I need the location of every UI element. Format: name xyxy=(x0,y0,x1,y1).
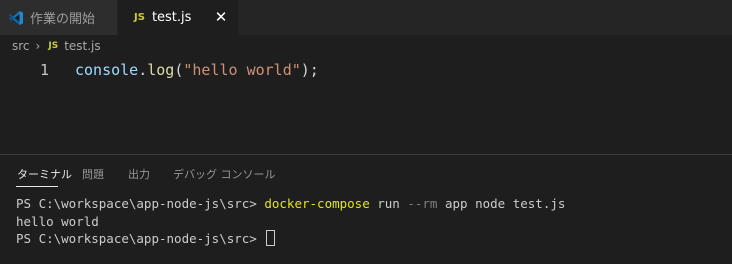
terminal-args-rest: app node test.js xyxy=(437,196,566,211)
tab-test-js[interactable]: JS test.js ✕ xyxy=(118,0,238,35)
terminal-prompt: PS C:\workspace\app-node-js\src> xyxy=(16,231,265,246)
code-line: 1 console.log("hello world"); xyxy=(0,59,732,81)
tab-terminal[interactable]: ターミナル xyxy=(17,166,72,182)
terminal-line: PS C:\workspace\app-node-js\src> docker-… xyxy=(16,195,565,213)
token-dot: . xyxy=(138,61,148,79)
tab-welcome[interactable]: 作業の開始 xyxy=(0,0,117,35)
panel-tabs: ターミナル 問題 出力 デバッグ コンソール xyxy=(0,155,732,191)
breadcrumb-file[interactable]: test.js xyxy=(64,39,100,53)
token-close: ); xyxy=(300,61,319,79)
js-file-icon: JS xyxy=(134,12,145,23)
terminal-arg: run xyxy=(369,196,408,211)
terminal-line: hello world xyxy=(16,213,565,231)
terminal-cursor xyxy=(266,230,276,246)
terminal-line: PS C:\workspace\app-node-js\src> xyxy=(16,230,565,248)
terminal-output[interactable]: PS C:\workspace\app-node-js\src> docker-… xyxy=(16,195,565,248)
terminal-command: docker-compose xyxy=(264,196,370,211)
terminal-output-text: hello world xyxy=(16,213,99,229)
line-number: 1 xyxy=(39,61,49,79)
token-object: console xyxy=(75,61,139,79)
token-function: log xyxy=(147,61,175,79)
active-tab-indicator xyxy=(16,186,58,187)
tab-bar: 作業の開始 JS test.js ✕ xyxy=(0,0,732,35)
tab-problems[interactable]: 問題 xyxy=(82,166,104,182)
terminal-flag: --rm xyxy=(407,196,438,211)
js-file-icon: JS xyxy=(48,41,59,51)
tab-test-js-label: test.js xyxy=(151,10,192,25)
code-editor[interactable]: 1 console.log("hello world"); xyxy=(0,57,732,154)
code-text: console.log("hello world"); xyxy=(75,59,319,81)
token-string: "hello world" xyxy=(183,61,301,79)
breadcrumb-folder[interactable]: src xyxy=(12,39,30,53)
breadcrumb: src › JS test.js xyxy=(0,35,732,57)
close-icon[interactable]: ✕ xyxy=(213,9,229,25)
chevron-right-icon: › xyxy=(35,39,41,53)
terminal-prompt: PS C:\workspace\app-node-js\src> xyxy=(16,196,265,211)
bottom-panel: ターミナル 問題 出力 デバッグ コンソール PS C:\workspace\a… xyxy=(0,154,732,264)
tab-debug-console[interactable]: デバッグ コンソール xyxy=(173,166,276,182)
tab-output[interactable]: 出力 xyxy=(128,166,150,182)
vscode-icon xyxy=(8,10,24,26)
tab-welcome-label: 作業の開始 xyxy=(30,12,96,27)
